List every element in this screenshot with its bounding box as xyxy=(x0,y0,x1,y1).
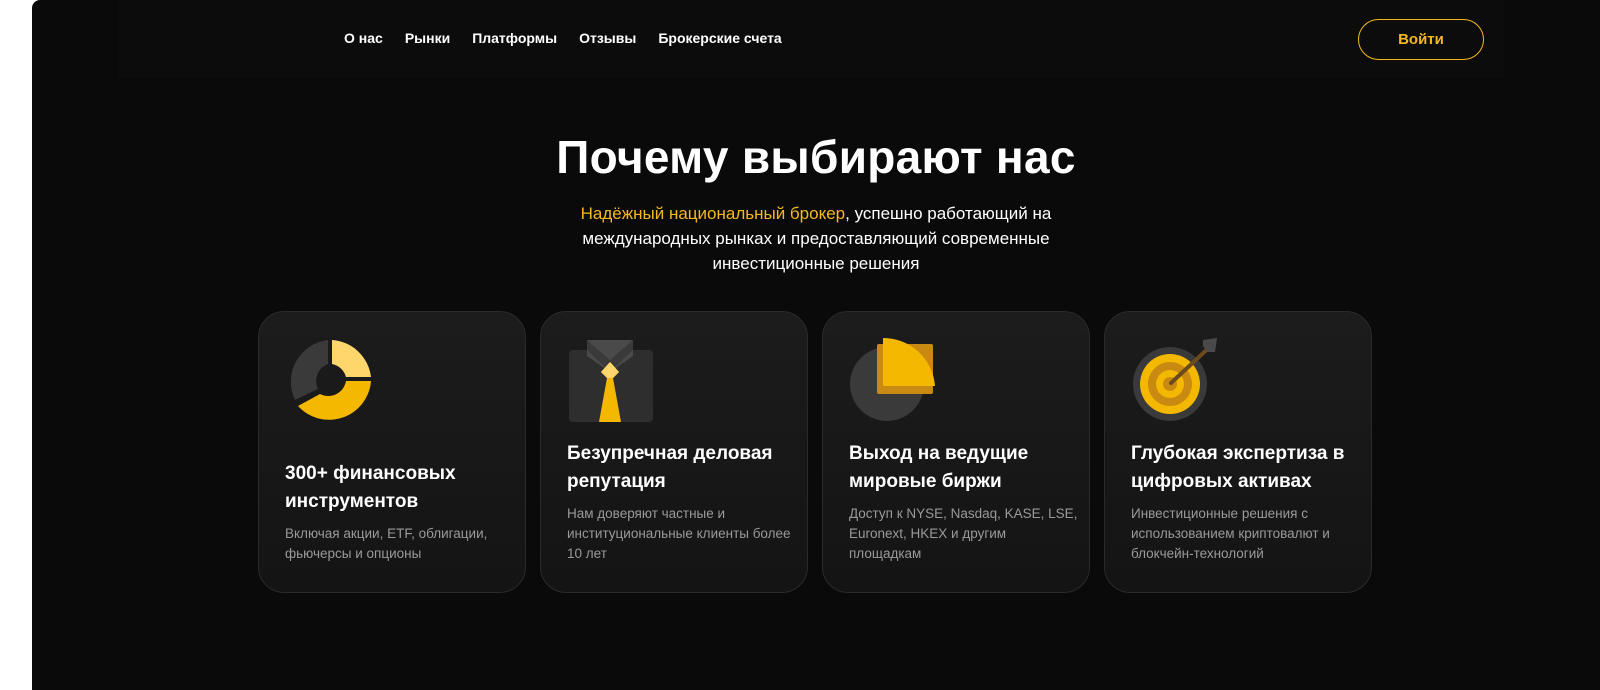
nav-link-platforms[interactable]: Платформы xyxy=(472,30,557,46)
target-icon xyxy=(1133,338,1217,421)
nav-links: О нас Рынки Платформы Отзывы Брокерские … xyxy=(344,30,804,46)
navbar: О нас Рынки Платформы Отзывы Брокерские … xyxy=(118,0,1504,78)
business-suit-icon xyxy=(569,340,653,422)
feature-card-digital-assets: Глубокая экспертиза в цифровых активах И… xyxy=(1104,311,1372,593)
pie-chart-icon xyxy=(850,337,935,421)
section-title: Почему выбирают нас xyxy=(556,131,1076,183)
feature-card-instruments: 300+ финансовых инструментов Включая акц… xyxy=(258,311,526,593)
feature-card-exchanges: Выход на ведущие мировые биржи Доступ к … xyxy=(822,311,1090,593)
card-title: 300+ финансовых инструментов xyxy=(285,463,456,512)
feature-card-reputation: Безупречная деловая репутация Нам доверя… xyxy=(540,311,808,593)
card-title: Глубокая экспертиза в цифровых активах xyxy=(1131,443,1345,492)
card-description: Включая акции, ETF, облигации, фьючерсы … xyxy=(285,526,488,561)
feature-cards: 300+ финансовых инструментов Включая акц… xyxy=(258,311,1372,593)
page-frame: О нас Рынки Платформы Отзывы Брокерские … xyxy=(32,0,1600,690)
nav-link-brokerage-accounts[interactable]: Брокерские счета xyxy=(658,30,781,46)
donut-chart-icon xyxy=(290,340,371,420)
nav-link-reviews[interactable]: Отзывы xyxy=(579,30,636,46)
card-title: Выход на ведущие мировые биржи xyxy=(849,443,1029,492)
card-title: Безупречная деловая репутация xyxy=(567,443,773,492)
nav-link-markets[interactable]: Рынки xyxy=(405,30,450,46)
card-description: Инвестиционные решения с использованием … xyxy=(1131,506,1330,561)
card-description: Нам доверяют частные и институциональные… xyxy=(567,506,791,561)
section-subtitle: Надёжный национальный брокер, успешно ра… xyxy=(516,201,1116,276)
card-description: Доступ к NYSE, Nasdaq, KASE, LSE, Eurone… xyxy=(849,506,1078,561)
nav-link-about[interactable]: О нас xyxy=(344,30,383,46)
login-button[interactable]: Войти xyxy=(1358,19,1484,60)
subtitle-highlight: Надёжный национальный брокер xyxy=(580,204,846,223)
